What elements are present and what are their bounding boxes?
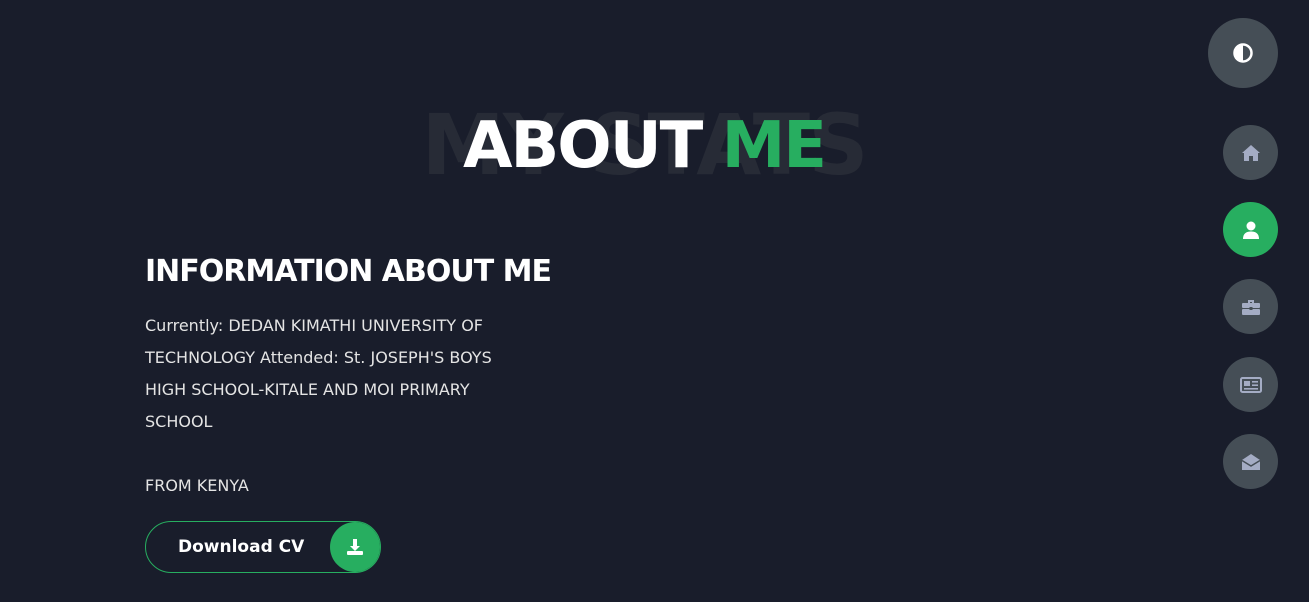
info-description: Currently: DEDAN KIMATHI UNIVERSITY OF T…: [145, 316, 492, 431]
section-heading: MY STATS ABOUT ME: [0, 100, 1288, 200]
briefcase-icon: [1241, 298, 1261, 316]
title-accent: ME: [721, 109, 827, 183]
info-origin: FROM KENYA: [145, 476, 249, 495]
contrast-icon: [1232, 42, 1254, 64]
theme-toggle-button[interactable]: [1208, 18, 1278, 88]
title-main: ABOUT: [462, 109, 703, 183]
nav-home-button[interactable]: [1223, 125, 1278, 180]
home-icon: [1241, 144, 1261, 162]
nav-contact-button[interactable]: [1223, 434, 1278, 489]
nav-about-button[interactable]: [1223, 202, 1278, 257]
about-page: MY STATS ABOUT ME INFORMATION ABOUT ME C…: [0, 0, 1309, 602]
newspaper-icon: [1239, 376, 1262, 393]
envelope-open-icon: [1241, 453, 1261, 471]
download-cv-label: Download CV: [178, 537, 305, 557]
nav-portfolio-button[interactable]: [1223, 279, 1278, 334]
user-icon: [1242, 220, 1260, 240]
info-heading: INFORMATION ABOUT ME: [145, 254, 552, 289]
info-block: INFORMATION ABOUT ME Currently: DEDAN KI…: [145, 252, 552, 502]
download-icon: [330, 522, 380, 572]
nav-blog-button[interactable]: [1223, 357, 1278, 412]
download-cv-button[interactable]: Download CV: [145, 521, 381, 573]
section-title: ABOUT ME: [0, 108, 1288, 184]
